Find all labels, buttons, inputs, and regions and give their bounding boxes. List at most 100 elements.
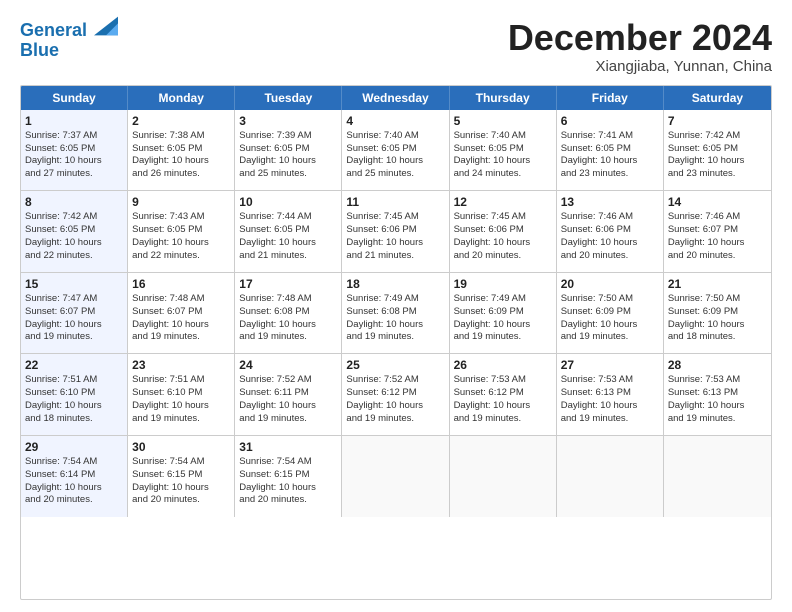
day-info-line: and 25 minutes. <box>346 168 444 181</box>
day-info-line: Daylight: 10 hours <box>454 400 552 413</box>
day-info-line: and 20 minutes. <box>239 494 337 507</box>
day-number: 18 <box>346 276 444 292</box>
day-info-line: and 20 minutes. <box>132 494 230 507</box>
day-info-line: and 19 minutes. <box>346 413 444 426</box>
day-info-line: Sunrise: 7:41 AM <box>561 130 659 143</box>
weekday-header: Friday <box>557 86 664 110</box>
day-info-line: Sunrise: 7:37 AM <box>25 130 123 143</box>
day-info-line: Daylight: 10 hours <box>239 155 337 168</box>
day-info-line: Daylight: 10 hours <box>668 319 767 332</box>
day-number: 16 <box>132 276 230 292</box>
day-info-line: Sunset: 6:10 PM <box>25 387 123 400</box>
logo-icon <box>94 16 118 36</box>
calendar-row: 22Sunrise: 7:51 AMSunset: 6:10 PMDayligh… <box>21 354 771 436</box>
day-info-line: Daylight: 10 hours <box>561 400 659 413</box>
weekday-header: Sunday <box>21 86 128 110</box>
day-info-line: Sunrise: 7:54 AM <box>239 456 337 469</box>
day-info-line: and 19 minutes. <box>454 413 552 426</box>
day-info-line: Sunset: 6:05 PM <box>668 143 767 156</box>
calendar-day-cell: 6Sunrise: 7:41 AMSunset: 6:05 PMDaylight… <box>557 110 664 191</box>
day-info-line: Sunset: 6:05 PM <box>25 224 123 237</box>
calendar-empty-cell <box>450 436 557 518</box>
calendar-day-cell: 18Sunrise: 7:49 AMSunset: 6:08 PMDayligh… <box>342 273 449 354</box>
day-info-line: Sunrise: 7:40 AM <box>454 130 552 143</box>
day-info-line: Sunset: 6:13 PM <box>668 387 767 400</box>
day-info-line: Daylight: 10 hours <box>239 400 337 413</box>
calendar-day-cell: 14Sunrise: 7:46 AMSunset: 6:07 PMDayligh… <box>664 191 771 272</box>
day-number: 10 <box>239 194 337 210</box>
logo-text: General <box>20 18 118 41</box>
day-number: 6 <box>561 113 659 129</box>
day-info-line: Daylight: 10 hours <box>132 482 230 495</box>
day-info-line: Sunset: 6:15 PM <box>132 469 230 482</box>
day-number: 21 <box>668 276 767 292</box>
day-number: 14 <box>668 194 767 210</box>
weekday-header: Tuesday <box>235 86 342 110</box>
day-info-line: and 20 minutes. <box>454 250 552 263</box>
day-info-line: and 20 minutes. <box>25 494 123 507</box>
day-number: 7 <box>668 113 767 129</box>
day-info-line: and 27 minutes. <box>25 168 123 181</box>
day-number: 3 <box>239 113 337 129</box>
calendar-day-cell: 19Sunrise: 7:49 AMSunset: 6:09 PMDayligh… <box>450 273 557 354</box>
day-number: 29 <box>25 439 123 455</box>
day-info-line: Daylight: 10 hours <box>454 155 552 168</box>
day-number: 22 <box>25 357 123 373</box>
day-number: 28 <box>668 357 767 373</box>
day-info-line: Daylight: 10 hours <box>239 482 337 495</box>
day-info-line: and 18 minutes. <box>25 413 123 426</box>
calendar-day-cell: 7Sunrise: 7:42 AMSunset: 6:05 PMDaylight… <box>664 110 771 191</box>
calendar-day-cell: 11Sunrise: 7:45 AMSunset: 6:06 PMDayligh… <box>342 191 449 272</box>
day-info-line: and 23 minutes. <box>668 168 767 181</box>
weekday-header: Wednesday <box>342 86 449 110</box>
day-info-line: Sunrise: 7:39 AM <box>239 130 337 143</box>
calendar-day-cell: 8Sunrise: 7:42 AMSunset: 6:05 PMDaylight… <box>21 191 128 272</box>
day-info-line: Sunset: 6:08 PM <box>239 306 337 319</box>
day-info-line: and 19 minutes. <box>25 331 123 344</box>
day-info-line: and 19 minutes. <box>668 413 767 426</box>
calendar-row: 29Sunrise: 7:54 AMSunset: 6:14 PMDayligh… <box>21 436 771 518</box>
day-info-line: Daylight: 10 hours <box>239 319 337 332</box>
day-info-line: Sunrise: 7:53 AM <box>454 374 552 387</box>
calendar-day-cell: 13Sunrise: 7:46 AMSunset: 6:06 PMDayligh… <box>557 191 664 272</box>
calendar-day-cell: 12Sunrise: 7:45 AMSunset: 6:06 PMDayligh… <box>450 191 557 272</box>
weekday-header: Monday <box>128 86 235 110</box>
day-info-line: Sunset: 6:06 PM <box>346 224 444 237</box>
day-info-line: Sunrise: 7:52 AM <box>239 374 337 387</box>
day-info-line: Daylight: 10 hours <box>132 400 230 413</box>
day-info-line: and 19 minutes. <box>132 413 230 426</box>
day-info-line: and 21 minutes. <box>239 250 337 263</box>
day-info-line: Sunrise: 7:45 AM <box>346 211 444 224</box>
calendar-header: SundayMondayTuesdayWednesdayThursdayFrid… <box>21 86 771 110</box>
day-info-line: Sunset: 6:11 PM <box>239 387 337 400</box>
day-info-line: Sunrise: 7:54 AM <box>132 456 230 469</box>
day-info-line: Daylight: 10 hours <box>25 155 123 168</box>
day-info-line: Sunset: 6:09 PM <box>561 306 659 319</box>
calendar-body: 1Sunrise: 7:37 AMSunset: 6:05 PMDaylight… <box>21 110 771 599</box>
month-title: December 2024 <box>508 18 772 58</box>
calendar-day-cell: 25Sunrise: 7:52 AMSunset: 6:12 PMDayligh… <box>342 354 449 435</box>
day-info-line: Sunrise: 7:48 AM <box>239 293 337 306</box>
location: Xiangjiaba, Yunnan, China <box>508 58 772 75</box>
day-info-line: and 23 minutes. <box>561 168 659 181</box>
day-info-line: Daylight: 10 hours <box>454 319 552 332</box>
logo: General Blue <box>20 18 118 61</box>
day-number: 5 <box>454 113 552 129</box>
day-info-line: Sunset: 6:05 PM <box>132 143 230 156</box>
day-number: 15 <box>25 276 123 292</box>
day-info-line: Sunrise: 7:49 AM <box>454 293 552 306</box>
calendar-row: 8Sunrise: 7:42 AMSunset: 6:05 PMDaylight… <box>21 191 771 273</box>
day-number: 24 <box>239 357 337 373</box>
calendar-row: 15Sunrise: 7:47 AMSunset: 6:07 PMDayligh… <box>21 273 771 355</box>
day-info-line: Sunset: 6:05 PM <box>132 224 230 237</box>
calendar-day-cell: 2Sunrise: 7:38 AMSunset: 6:05 PMDaylight… <box>128 110 235 191</box>
day-info-line: Sunrise: 7:53 AM <box>668 374 767 387</box>
day-info-line: Sunset: 6:15 PM <box>239 469 337 482</box>
day-info-line: Sunset: 6:08 PM <box>346 306 444 319</box>
day-info-line: Sunset: 6:07 PM <box>668 224 767 237</box>
calendar-day-cell: 5Sunrise: 7:40 AMSunset: 6:05 PMDaylight… <box>450 110 557 191</box>
day-number: 30 <box>132 439 230 455</box>
day-info-line: Daylight: 10 hours <box>132 237 230 250</box>
calendar-day-cell: 29Sunrise: 7:54 AMSunset: 6:14 PMDayligh… <box>21 436 128 518</box>
day-info-line: and 19 minutes. <box>346 331 444 344</box>
